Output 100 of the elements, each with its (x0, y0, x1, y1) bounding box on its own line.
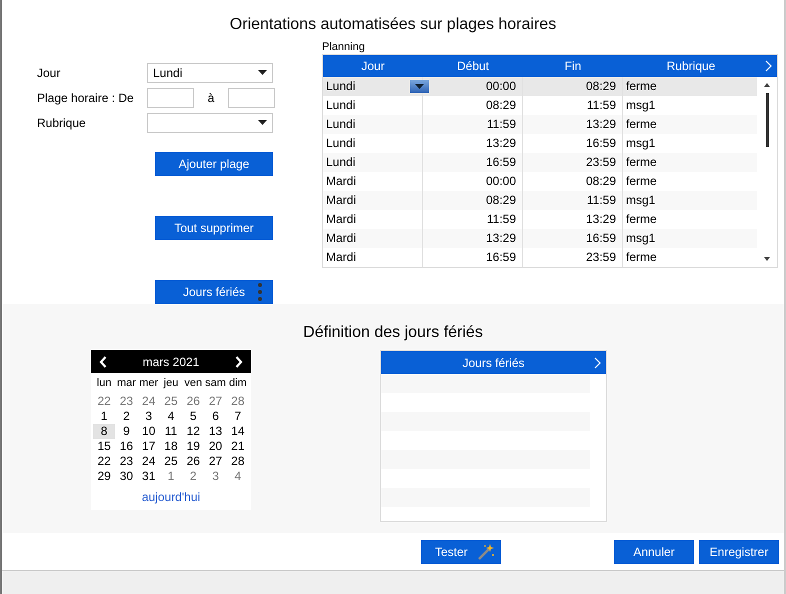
calendar-day[interactable]: 6 (204, 409, 227, 424)
calendar-day[interactable]: 2 (182, 469, 204, 484)
table-cell: 23:59 (523, 153, 623, 172)
table-cell-text: msg1 (625, 192, 656, 209)
table-cell: 16:59 (423, 248, 523, 267)
column-header[interactable]: Rubrique (623, 59, 759, 73)
column-header[interactable]: Début (423, 59, 523, 73)
calendar-day[interactable]: 17 (138, 439, 160, 454)
chevron-right-icon[interactable] (594, 357, 601, 369)
end-time-field[interactable] (228, 88, 275, 108)
action-button[interactable]: Ajouter plage (155, 152, 273, 176)
month-label: mars 2021 (142, 354, 200, 368)
calendar-day[interactable]: 9 (115, 424, 138, 439)
column-header[interactable]: Jours fériés (462, 356, 525, 370)
calendar-day[interactable]: 27 (204, 394, 227, 409)
calendar-day[interactable]: 11 (160, 424, 182, 439)
table-cell: Lundi (323, 115, 423, 134)
weekday-label: dim (228, 376, 248, 391)
calendar-day[interactable]: 4 (160, 409, 182, 424)
scroll-down-icon[interactable] (764, 257, 770, 261)
table-cell: Mardi (323, 191, 423, 210)
calendar-day[interactable]: 18 (160, 439, 182, 454)
start-time-field[interactable] (147, 88, 194, 108)
calendar-day[interactable]: 15 (93, 439, 116, 454)
weekday-label: mar (116, 376, 137, 391)
calendar-day[interactable]: 1 (160, 469, 182, 484)
calendar-day[interactable]: 21 (226, 439, 249, 454)
calendar-day[interactable]: 22 (93, 454, 116, 469)
calendar-day[interactable]: 25 (160, 394, 182, 409)
calendar-day[interactable]: 19 (182, 439, 204, 454)
weekday-label: ven (183, 376, 204, 391)
calendar-day[interactable]: 26 (182, 454, 204, 469)
calendar-day[interactable]: 16 (115, 439, 138, 454)
field-label: Jour (37, 66, 62, 80)
calendar-day[interactable]: 31 (138, 469, 160, 484)
weekday-label: jeu (162, 376, 180, 391)
weekday-label: sam (204, 376, 227, 391)
calendar-day[interactable]: 29 (93, 469, 116, 484)
table-cell: 11:59 (523, 191, 623, 210)
table-cell: Mardi (323, 248, 423, 267)
table-cell-text: ferme (625, 154, 658, 171)
chevron-right-icon[interactable] (765, 60, 772, 72)
calendar-day[interactable]: 3 (138, 409, 160, 424)
column-header[interactable]: Fin (523, 59, 623, 73)
section-label: Planning (322, 40, 366, 54)
table-cell: Mardi (323, 229, 423, 248)
calendar-day[interactable]: 20 (204, 439, 227, 454)
scroll-up-icon[interactable] (764, 83, 770, 87)
calendar-day[interactable]: 12 (182, 424, 204, 439)
calendar-day[interactable]: 13 (204, 424, 227, 439)
calendar-day[interactable]: 2 (115, 409, 138, 424)
cancel-button[interactable]: Annuler (614, 540, 694, 564)
calendar-day[interactable]: 28 (226, 394, 249, 409)
calendar-day[interactable]: 5 (182, 409, 204, 424)
table-cell: 16:59 (423, 153, 523, 172)
table-cell: 16:59 (523, 229, 623, 248)
action-button[interactable]: Tout supprimer (155, 216, 273, 240)
calendar-day[interactable]: 3 (204, 469, 227, 484)
dropdown-icon[interactable] (410, 80, 429, 93)
today-link[interactable]: aujourd'hui (142, 490, 200, 504)
calendar-day[interactable]: 24 (138, 454, 160, 469)
previous-month-icon[interactable] (99, 356, 107, 368)
table-cell-text: ferme (625, 116, 658, 133)
calendar-day[interactable]: 24 (138, 394, 160, 409)
calendar-day[interactable]: 8 (93, 424, 116, 439)
next-month-icon[interactable] (234, 356, 243, 368)
calendar-day[interactable]: 4 (226, 469, 249, 484)
calendar-day[interactable]: 30 (115, 469, 138, 484)
table-cell-text: msg1 (625, 135, 656, 152)
table-cell: 13:29 (423, 229, 523, 248)
caret-icon (258, 120, 267, 125)
calendar-day[interactable]: 27 (204, 454, 227, 469)
calendar-day[interactable]: 7 (226, 409, 249, 424)
table-cell: Lundi (323, 153, 423, 172)
dialog-title: Orientations automatisées sur plages horaires (228, 15, 558, 35)
table-cell-text: msg1 (625, 97, 656, 114)
calendar-day[interactable]: 26 (182, 394, 204, 409)
action-button[interactable]: Jours fériés (155, 280, 273, 304)
caret-icon (258, 70, 267, 75)
calendar-day[interactable]: 28 (226, 454, 249, 469)
calendar-day[interactable]: 22 (93, 394, 116, 409)
table-cell: 11:59 (423, 115, 523, 134)
table-cell-text: ferme (625, 249, 658, 266)
column-header[interactable]: Jour (323, 59, 423, 73)
weekday-label: lun (96, 376, 112, 391)
magic-wand-icon (477, 542, 495, 560)
calendar-day[interactable]: 10 (138, 424, 160, 439)
save-button[interactable]: Enregistrer (699, 540, 779, 564)
calendar-day[interactable]: 14 (226, 424, 249, 439)
calendar-day[interactable]: 25 (160, 454, 182, 469)
field-label: à (206, 90, 216, 104)
table-cell: 08:29 (523, 77, 623, 96)
table-cell-text: msg1 (625, 230, 656, 247)
calendar-day[interactable]: 23 (115, 454, 138, 469)
test-button[interactable]: Tester (421, 540, 501, 564)
calendar-day[interactable]: 23 (115, 394, 138, 409)
section-title: Définition des jours fériés (302, 323, 484, 343)
more-icon (258, 283, 262, 301)
calendar-day[interactable]: 1 (93, 409, 116, 424)
day-dropdown[interactable]: Lundi (147, 62, 273, 82)
